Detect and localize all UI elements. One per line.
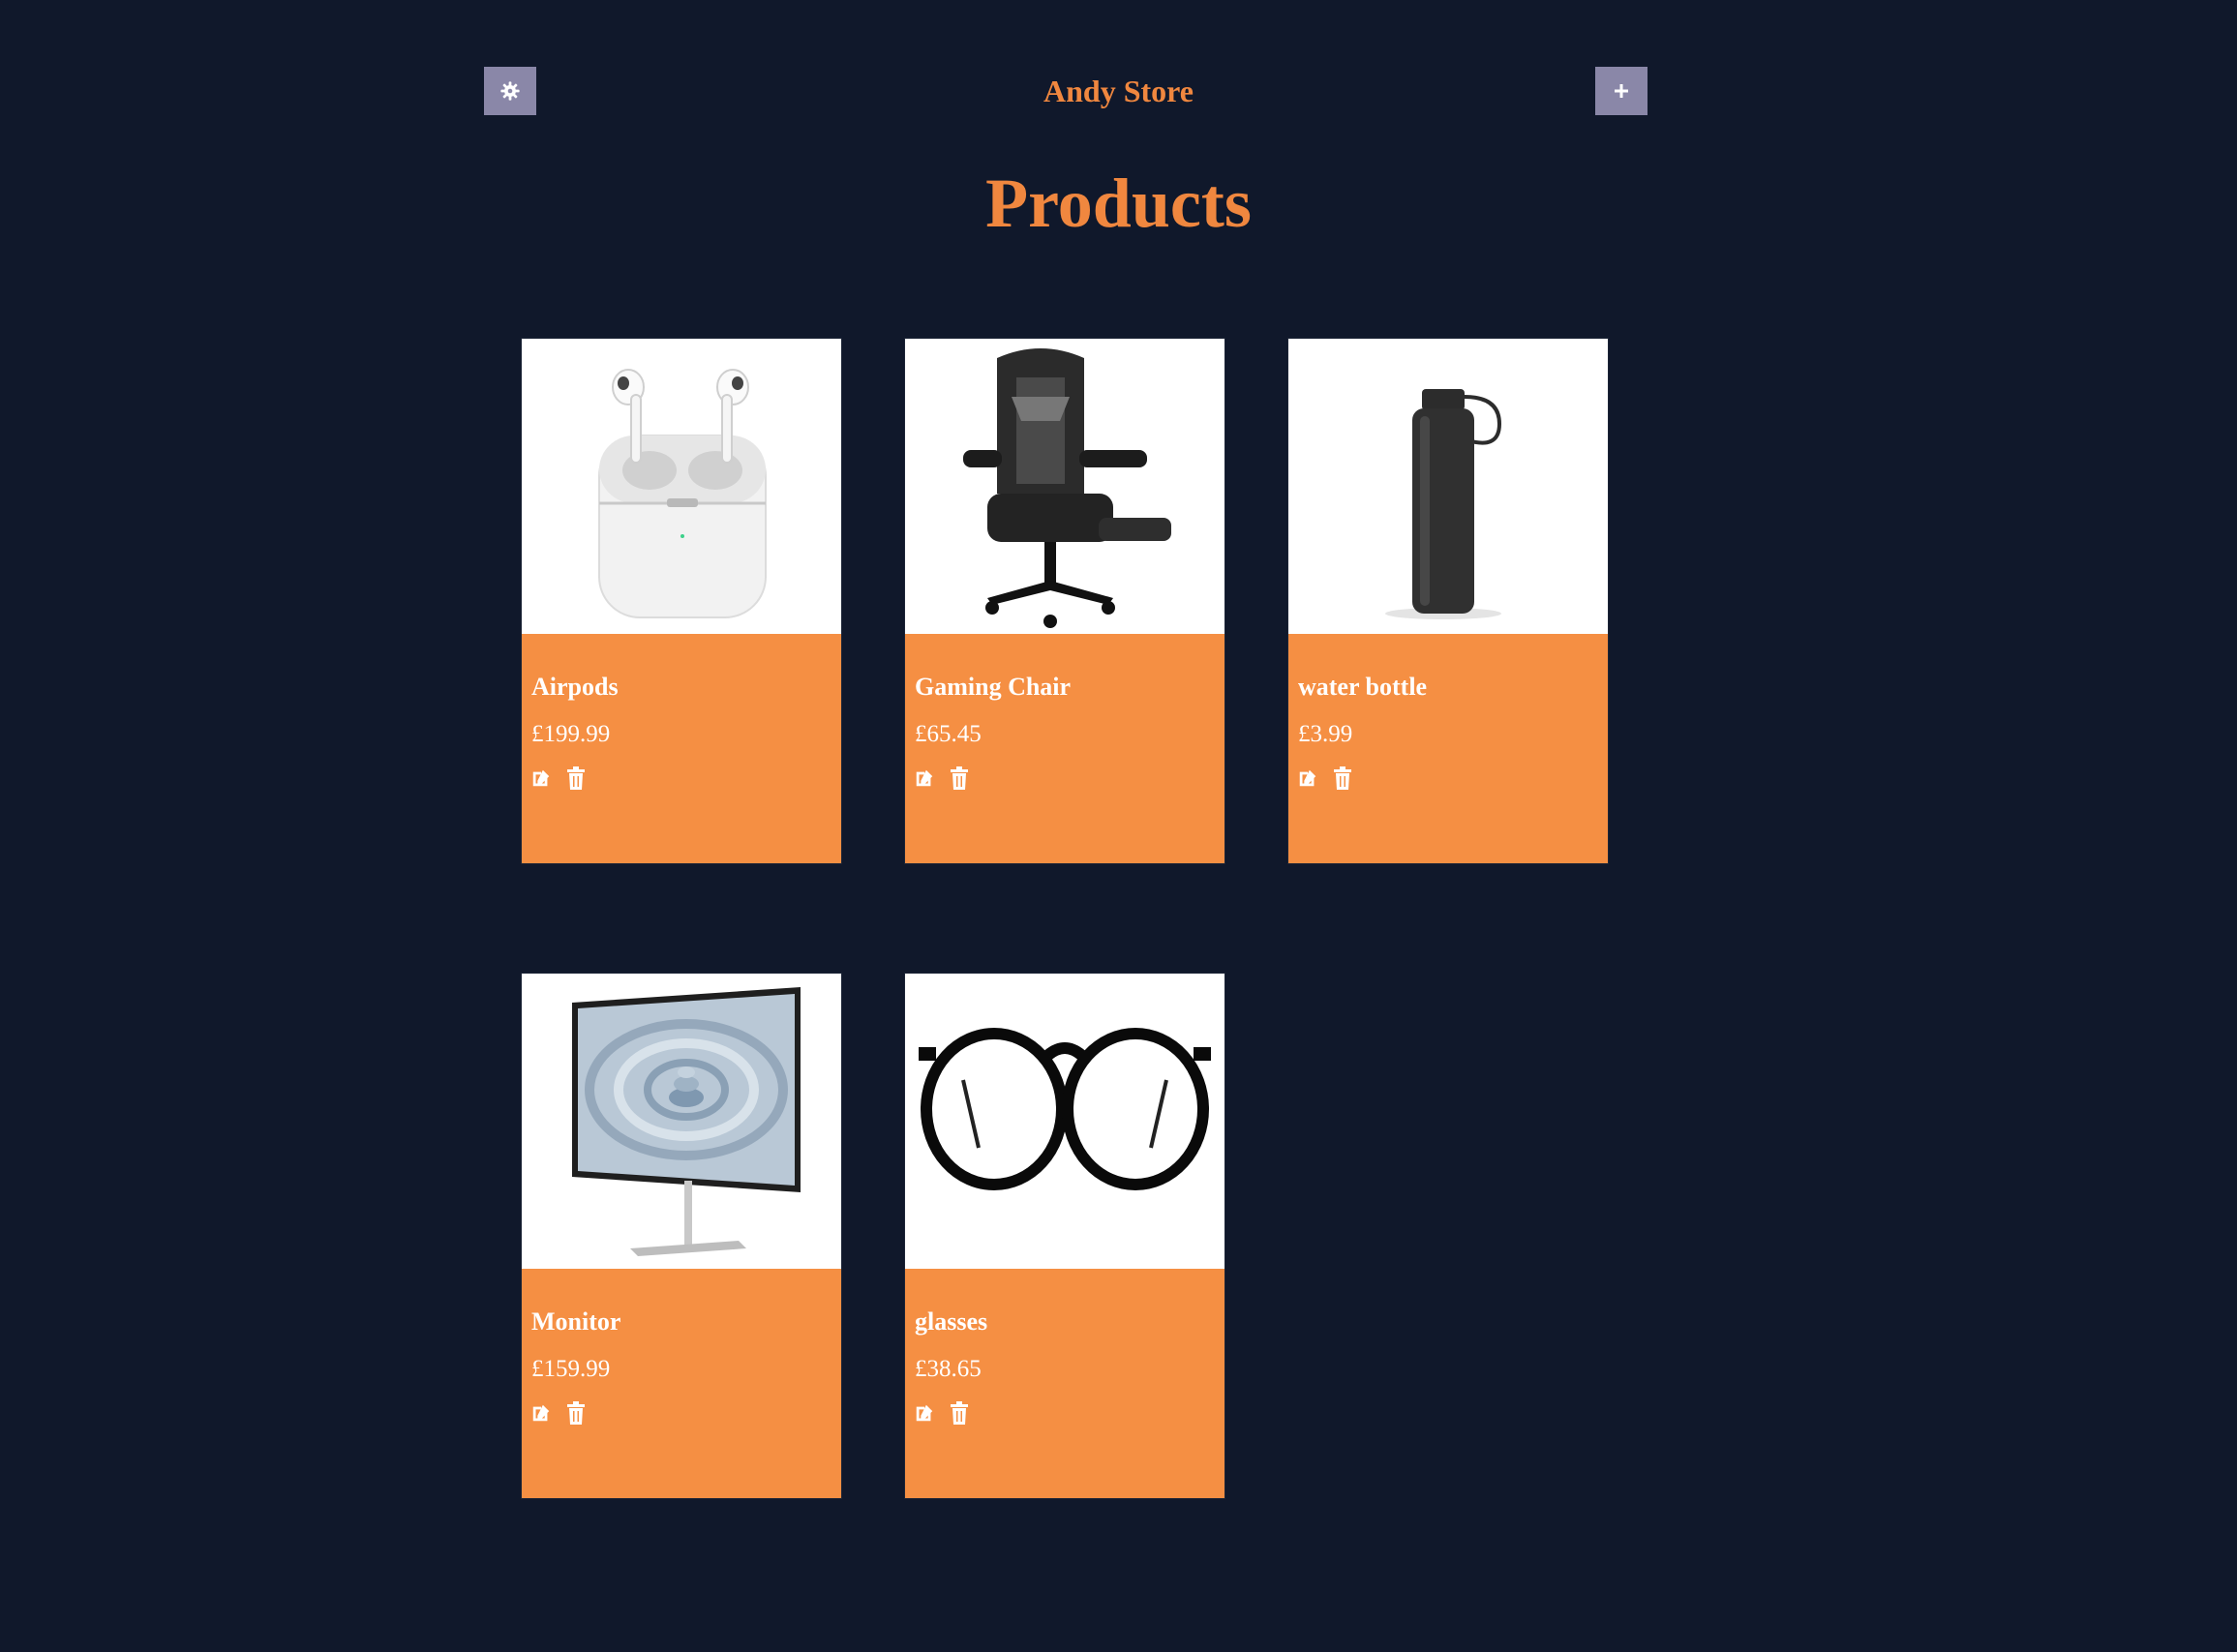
- add-product-button[interactable]: [1595, 67, 1648, 115]
- product-name: glasses: [915, 1307, 988, 1336]
- product-actions: [913, 765, 971, 792]
- product-price: £3.99: [1298, 721, 1353, 747]
- product-actions: [913, 1399, 971, 1427]
- trash-icon[interactable]: [564, 1399, 588, 1427]
- product-card[interactable]: glasses £38.65: [904, 973, 1225, 1499]
- trash-icon[interactable]: [1331, 765, 1354, 792]
- product-price: £199.99: [531, 721, 611, 747]
- edit-icon[interactable]: [1296, 765, 1319, 792]
- trash-icon[interactable]: [948, 765, 971, 792]
- product-name: Monitor: [531, 1307, 621, 1336]
- edit-icon[interactable]: [913, 1399, 936, 1427]
- gaming-chair-image: [905, 339, 1224, 634]
- product-card[interactable]: Gaming Chair £65.45: [904, 338, 1225, 864]
- product-price: £159.99: [531, 1356, 611, 1382]
- product-card[interactable]: Airpods £199.99: [521, 338, 842, 864]
- monitor-image: [522, 974, 841, 1269]
- plus-icon: [1615, 84, 1628, 98]
- store-brand[interactable]: Andy Store: [0, 70, 2237, 112]
- edit-icon[interactable]: [529, 765, 553, 792]
- product-actions: [1296, 765, 1354, 792]
- trash-icon[interactable]: [564, 765, 588, 792]
- product-actions: [529, 765, 588, 792]
- product-price: £65.45: [915, 721, 982, 747]
- product-price: £38.65: [915, 1356, 982, 1382]
- glasses-image: [905, 974, 1224, 1269]
- product-card[interactable]: water bottle £3.99: [1287, 338, 1609, 864]
- airpods-image: [522, 339, 841, 634]
- product-name: water bottle: [1298, 673, 1428, 701]
- page-title: Products: [985, 165, 1252, 242]
- product-actions: [529, 1399, 588, 1427]
- product-card[interactable]: Monitor £159.99: [521, 973, 842, 1499]
- edit-icon[interactable]: [913, 765, 936, 792]
- water-bottle-image: [1288, 339, 1608, 634]
- trash-icon[interactable]: [948, 1399, 971, 1427]
- product-name: Airpods: [531, 673, 619, 701]
- product-name: Gaming Chair: [915, 673, 1072, 701]
- page: Andy Store Products Airpods £199.99 Gami…: [0, 0, 2237, 1652]
- edit-icon[interactable]: [529, 1399, 553, 1427]
